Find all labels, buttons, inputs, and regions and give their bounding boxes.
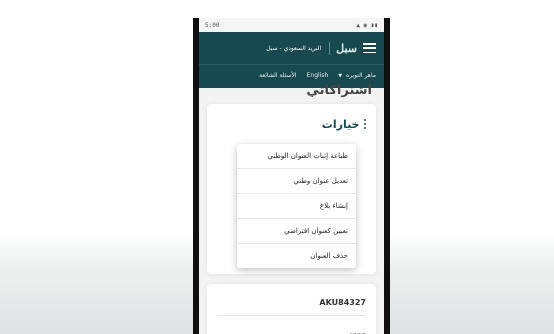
brand-title: البريد السعودي - سبل bbox=[266, 44, 322, 52]
status-bar: 5:00 ▲ ◉ ▮▮ bbox=[199, 18, 384, 32]
phone-frame: 5:00 ▲ ◉ ▮▮ سبل البريد السعودي - سبل ماه… bbox=[193, 18, 390, 334]
divider bbox=[217, 315, 366, 316]
faq-link[interactable]: الأسئلة الشائعة bbox=[259, 72, 297, 79]
header-top: سبل البريد السعودي - سبل bbox=[199, 32, 384, 64]
menu-item-print-proof[interactable]: طباعة إثبات العنوان الوطني bbox=[237, 144, 356, 169]
status-time: 5:00 bbox=[205, 21, 220, 29]
options-menu: طباعة إثبات العنوان الوطني تعديل عنوان و… bbox=[237, 144, 356, 268]
address-code: AKU84327 bbox=[319, 298, 366, 307]
options-card: خيارات طباعة إثبات العنوان الوطني تعديل … bbox=[207, 104, 376, 274]
address-card[interactable]: AKU84327 4327 bbox=[207, 284, 376, 334]
menu-item-set-default[interactable]: تعيين كعنوان افتراضي bbox=[237, 219, 356, 244]
language-link[interactable]: English bbox=[307, 72, 329, 79]
kebab-menu-icon bbox=[363, 118, 366, 130]
app-screen: 5:00 ▲ ◉ ▮▮ سبل البريد السعودي - سبل ماه… bbox=[199, 18, 384, 334]
menu-item-create-report[interactable]: إنشاء بلاغ bbox=[237, 194, 356, 219]
status-icons: ▲ ◉ ▮▮ bbox=[356, 21, 378, 29]
app-header: سبل البريد السعودي - سبل ماهر التويره ▼ … bbox=[199, 32, 384, 88]
menu-item-edit-address[interactable]: تعديل عنوان وطني bbox=[237, 169, 356, 194]
main-content: اشتراكاتي خيارات طباعة إثبات العنوان الو… bbox=[199, 84, 384, 334]
sobol-logo[interactable]: سبل bbox=[329, 41, 357, 55]
menu-item-delete-address[interactable]: حذف العنوان bbox=[237, 244, 356, 268]
menu-icon[interactable] bbox=[363, 43, 376, 53]
page-title: اشتراكاتي bbox=[306, 84, 372, 98]
user-name: ماهر التويره bbox=[346, 72, 376, 79]
options-title: خيارات bbox=[321, 117, 360, 131]
options-header[interactable]: خيارات bbox=[213, 112, 370, 136]
user-menu[interactable]: ماهر التويره ▼ bbox=[338, 72, 376, 79]
header-subnav: ماهر التويره ▼ English الأسئلة الشائعة bbox=[199, 64, 384, 86]
caret-down-icon: ▼ bbox=[338, 73, 343, 79]
